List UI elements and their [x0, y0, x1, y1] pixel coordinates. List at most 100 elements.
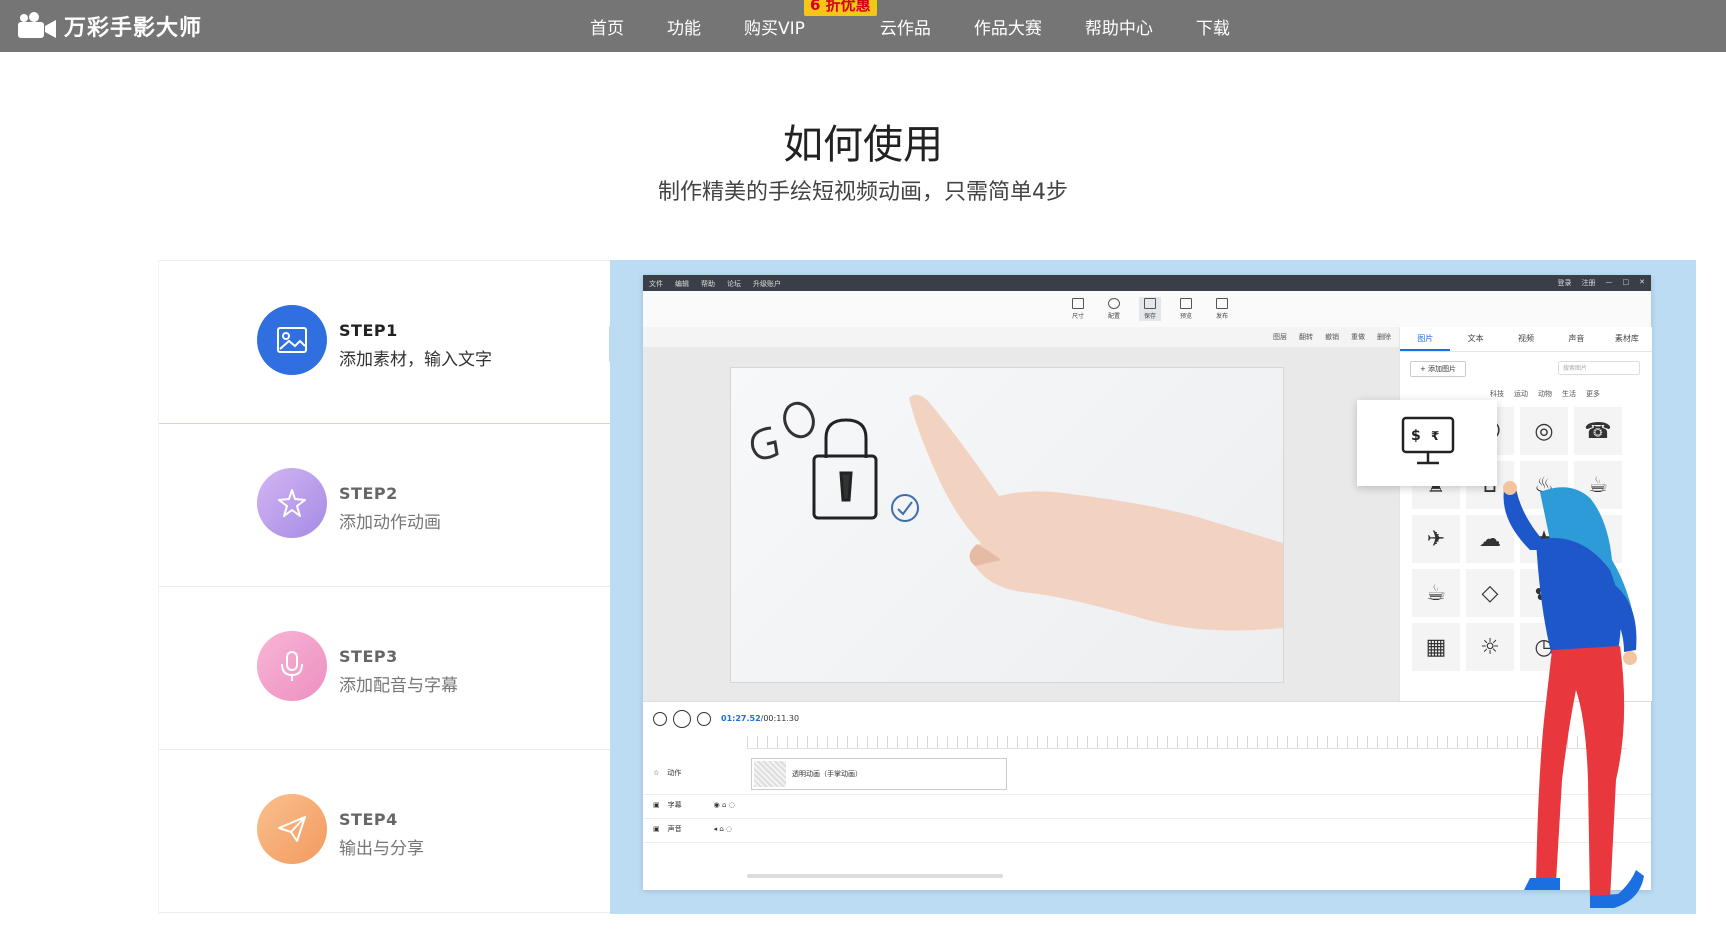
image-search-input[interactable]: 搜索图片: [1558, 361, 1640, 375]
preview-icon: [1180, 298, 1192, 309]
track-action-label: 动作: [667, 769, 682, 777]
timeline-scrollbar[interactable]: [747, 874, 1003, 878]
woman-illustration: [1503, 481, 1644, 908]
timecode-current: 01:27.52: [721, 714, 761, 723]
maximize-button[interactable]: □: [1623, 278, 1630, 288]
step-1-desc: 添加素材，输入文字: [339, 350, 492, 370]
category-tech[interactable]: 科技: [1490, 389, 1504, 399]
timeline-clip[interactable]: 透明动画（手掌动画）: [751, 758, 1007, 790]
add-image-button[interactable]: + 添加图片: [1410, 361, 1466, 377]
nav-help-center[interactable]: 帮助中心: [1085, 14, 1153, 39]
app-menu-upgrade[interactable]: 升级账户: [753, 279, 781, 289]
asset-cell[interactable]: ☎: [1574, 407, 1622, 455]
tool-size-label: 尺寸: [1071, 313, 1084, 320]
brand-name: 万彩手影大师: [64, 15, 203, 41]
tool-preview[interactable]: 预览: [1175, 297, 1197, 321]
page-subtitle: 制作精美的手绘短视频动画，只需简单4步: [658, 180, 1068, 205]
disc-icon: ◎: [1534, 418, 1554, 444]
svg-text:₹: ₹: [1431, 429, 1439, 443]
nav-cloud-works[interactable]: 云作品: [880, 14, 931, 39]
nav-contest[interactable]: 作品大赛: [974, 14, 1042, 39]
step-1-icon-circle: [257, 305, 327, 375]
app-login[interactable]: 登录: [1558, 278, 1572, 288]
tool-size[interactable]: 尺寸: [1067, 297, 1089, 321]
image-icon: [277, 327, 307, 353]
app-menu-help[interactable]: 帮助: [701, 279, 715, 289]
tab-library[interactable]: 素材库: [1602, 327, 1652, 351]
main-nav: 首页 功能 购买VIP 6 折优惠 云作品 作品大赛 帮助中心 下载: [590, 0, 1230, 52]
step-2-desc: 添加动作动画: [339, 513, 441, 533]
app-menu-forum[interactable]: 论坛: [727, 279, 741, 289]
floating-card: $ ₹: [1357, 400, 1497, 486]
subtool-delete[interactable]: 删除: [1377, 332, 1391, 342]
play-button[interactable]: [673, 710, 691, 728]
tool-config-label: 配置: [1107, 313, 1120, 320]
microphone-icon: [281, 651, 303, 681]
subtool-layer[interactable]: 图层: [1273, 332, 1287, 342]
tab-audio[interactable]: 声音: [1551, 327, 1601, 351]
checkmark-doodle-icon: [891, 494, 919, 522]
monitor-dollar-icon: $ ₹: [1401, 416, 1455, 465]
skip-forward-button[interactable]: [697, 712, 711, 726]
category-animals[interactable]: 动物: [1538, 389, 1552, 399]
subtool-redo[interactable]: 重做: [1351, 332, 1365, 342]
tool-save[interactable]: 保存: [1139, 297, 1161, 321]
step-item-1[interactable]: STEP1 添加素材，输入文字: [159, 261, 611, 424]
tool-config[interactable]: 配置: [1103, 297, 1125, 321]
asset-cell[interactable]: ◎: [1520, 407, 1568, 455]
visibility-icon[interactable]: ◉ ⌂ ◌: [714, 801, 735, 809]
tool-publish[interactable]: 发布: [1211, 297, 1233, 321]
asset-tabs: 图片 文本 视频 声音 素材库: [1400, 327, 1652, 352]
tool-publish-label: 发布: [1215, 313, 1228, 320]
nav-download[interactable]: 下载: [1196, 14, 1230, 39]
publish-icon: [1216, 298, 1228, 309]
nav-buy-vip[interactable]: 购买VIP 6 折优惠: [744, 0, 877, 39]
nav-home[interactable]: 首页: [590, 14, 624, 39]
step-3-title: STEP3: [339, 647, 398, 666]
app-toolbar: 尺寸 配置 保存 预览 发布: [643, 291, 1651, 328]
step-item-4[interactable]: STEP4 输出与分享: [159, 750, 611, 913]
page-title: 如何使用: [783, 122, 943, 168]
app-register[interactable]: 注册: [1582, 278, 1596, 288]
tab-image[interactable]: 图片: [1400, 327, 1451, 351]
track-subtitle-label: 字幕: [667, 801, 682, 809]
step-4-title: STEP4: [339, 810, 398, 829]
volume-icon[interactable]: ◂ ⌂ ◌: [714, 825, 733, 833]
hand-image: [909, 394, 1283, 631]
app-window-controls: 登录 注册 — □ ✕: [1558, 278, 1646, 288]
audio-track-icon: ▣: [653, 825, 660, 833]
step-3-icon-circle: [257, 631, 327, 701]
config-icon: [1108, 298, 1120, 309]
active-step-pointer: [609, 326, 631, 362]
close-button[interactable]: ✕: [1639, 278, 1645, 288]
step-item-3[interactable]: STEP3 添加配音与字幕: [159, 587, 611, 750]
star-icon: ☆: [653, 769, 660, 777]
category-sports[interactable]: 运动: [1514, 389, 1528, 399]
step-item-2[interactable]: STEP2 添加动作动画: [159, 424, 611, 587]
timecode-total: /00:11.30: [760, 714, 800, 723]
stage-canvas[interactable]: [730, 367, 1284, 683]
nav-features[interactable]: 功能: [667, 14, 701, 39]
brand-logo[interactable]: 万彩手影大师: [16, 10, 202, 42]
skip-back-button[interactable]: [653, 712, 667, 726]
app-menu-file[interactable]: 文件: [649, 279, 663, 289]
playback-controls: [653, 710, 711, 728]
tool-preview-label: 预览: [1179, 313, 1192, 320]
subtool-flip[interactable]: 翻转: [1299, 332, 1313, 342]
tab-text[interactable]: 文本: [1450, 327, 1500, 351]
phone-icon: ☎: [1584, 418, 1612, 444]
minimize-button[interactable]: —: [1606, 278, 1613, 288]
track-audio-label: 声音: [667, 825, 682, 833]
step-4-icon-circle: [257, 794, 327, 864]
subtool-undo[interactable]: 撤销: [1325, 332, 1339, 342]
category-more[interactable]: 更多: [1586, 389, 1600, 399]
app-menu-edit[interactable]: 编辑: [675, 279, 689, 289]
step-3-desc: 添加配音与字幕: [339, 676, 458, 696]
save-icon: [1144, 298, 1156, 309]
canvas-subtoolbar: 图层 翻转 撤销 重做 删除: [643, 327, 1399, 348]
category-life[interactable]: 生活: [1562, 389, 1576, 399]
subtitle-icon: ▣: [653, 801, 660, 809]
svg-text:$: $: [1411, 428, 1421, 444]
tab-video[interactable]: 视频: [1501, 327, 1551, 351]
step-2-icon-circle: [257, 468, 327, 538]
